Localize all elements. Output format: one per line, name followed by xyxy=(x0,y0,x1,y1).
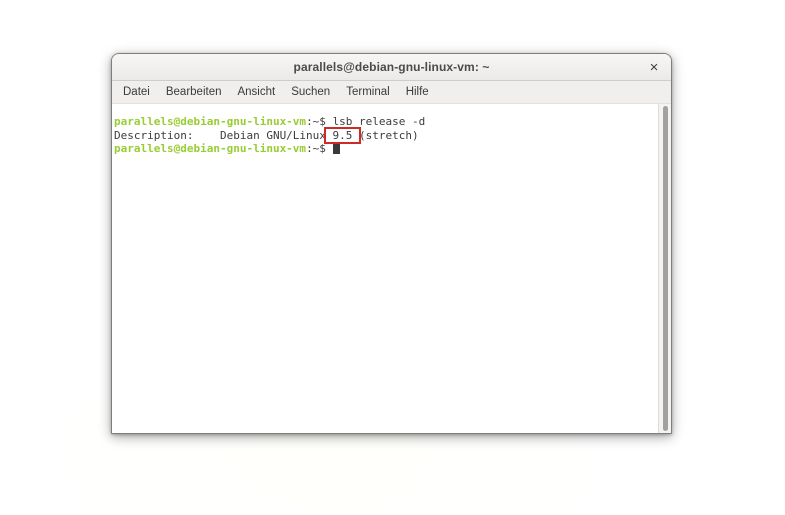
terminal-line-command: parallels@debian-gnu-linux-vm:~$ lsb_rel… xyxy=(114,115,655,129)
menu-item-datei[interactable]: Datei xyxy=(115,83,158,101)
codename-text: (stretch) xyxy=(359,129,419,142)
menu-item-ansicht[interactable]: Ansicht xyxy=(229,83,283,101)
menu-item-terminal[interactable]: Terminal xyxy=(338,83,397,101)
menubar: Datei Bearbeiten Ansicht Suchen Terminal… xyxy=(112,81,671,104)
version-highlight-box: 9.5 xyxy=(326,129,359,142)
terminal-scrollbar[interactable] xyxy=(658,104,671,433)
scrollbar-thumb[interactable] xyxy=(663,106,668,431)
close-icon[interactable]: × xyxy=(644,57,664,77)
shell-prompt: parallels@debian-gnu-linux-vm xyxy=(114,115,306,128)
menu-item-hilfe[interactable]: Hilfe xyxy=(398,83,437,101)
desktop-wallpaper: parallels@debian-gnu-linux-vm: ~ × Datei… xyxy=(0,0,785,515)
window-title: parallels@debian-gnu-linux-vm: ~ xyxy=(294,60,490,74)
shell-prompt: parallels@debian-gnu-linux-vm xyxy=(114,142,306,155)
menu-item-bearbeiten[interactable]: Bearbeiten xyxy=(158,83,230,101)
terminal-output-area[interactable]: parallels@debian-gnu-linux-vm:~$ lsb_rel… xyxy=(112,104,671,433)
terminal-window: parallels@debian-gnu-linux-vm: ~ × Datei… xyxy=(111,53,672,434)
shell-prompt-suffix: :~$ xyxy=(306,142,333,155)
menu-item-suchen[interactable]: Suchen xyxy=(283,83,338,101)
description-text: Description: Debian GNU/Linux xyxy=(114,129,326,142)
typed-command: lsb_release -d xyxy=(333,115,426,128)
titlebar[interactable]: parallels@debian-gnu-linux-vm: ~ × xyxy=(112,54,671,81)
terminal-line-prompt: parallels@debian-gnu-linux-vm:~$ xyxy=(114,142,655,156)
terminal-line-description: Description: Debian GNU/Linux 9.5 (stret… xyxy=(114,129,655,143)
terminal-cursor xyxy=(333,142,340,154)
shell-prompt-suffix: :~$ xyxy=(306,115,333,128)
